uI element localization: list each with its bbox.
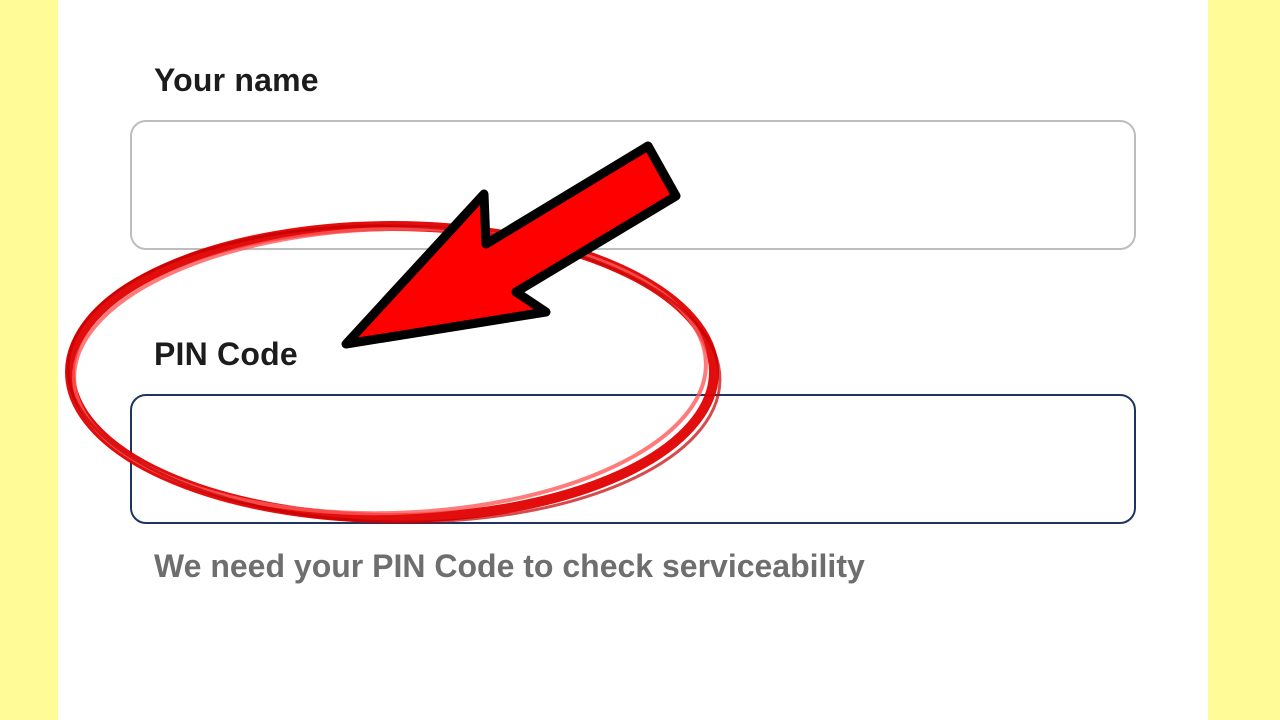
name-label: Your name <box>154 62 319 98</box>
pin-code-input[interactable] <box>130 394 1136 524</box>
pin-code-helper-text: We need your PIN Code to check serviceab… <box>154 548 865 584</box>
name-input[interactable] <box>130 120 1136 250</box>
right-margin <box>1208 0 1280 720</box>
pin-code-label: PIN Code <box>154 336 298 372</box>
left-margin <box>0 0 58 720</box>
screen: Your name PIN Code We need your PIN Code… <box>0 0 1280 720</box>
